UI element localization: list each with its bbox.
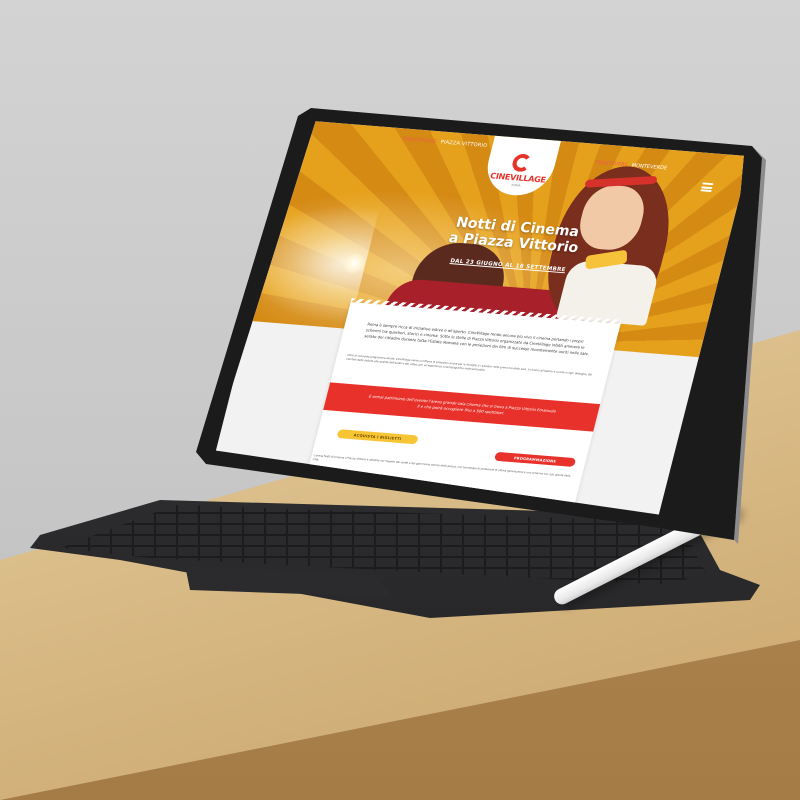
intro-paragraph: Roma è sempre ricca di iniziative estive… (363, 321, 590, 357)
detail-paragraph: Oltre al consueto programma serale, Cine… (345, 353, 593, 377)
hamburger-menu-icon[interactable] (700, 182, 714, 193)
buy-tickets-button[interactable]: ACQUISTA I BIGLIETTI (336, 429, 419, 445)
programming-button[interactable]: PROGRAMMAZIONE (493, 451, 577, 468)
highlight-banner: È ormai patrimonio dell'evento l'arena g… (323, 382, 601, 432)
film-reel-icon (510, 153, 534, 173)
logo-city: ROMA (510, 183, 522, 188)
